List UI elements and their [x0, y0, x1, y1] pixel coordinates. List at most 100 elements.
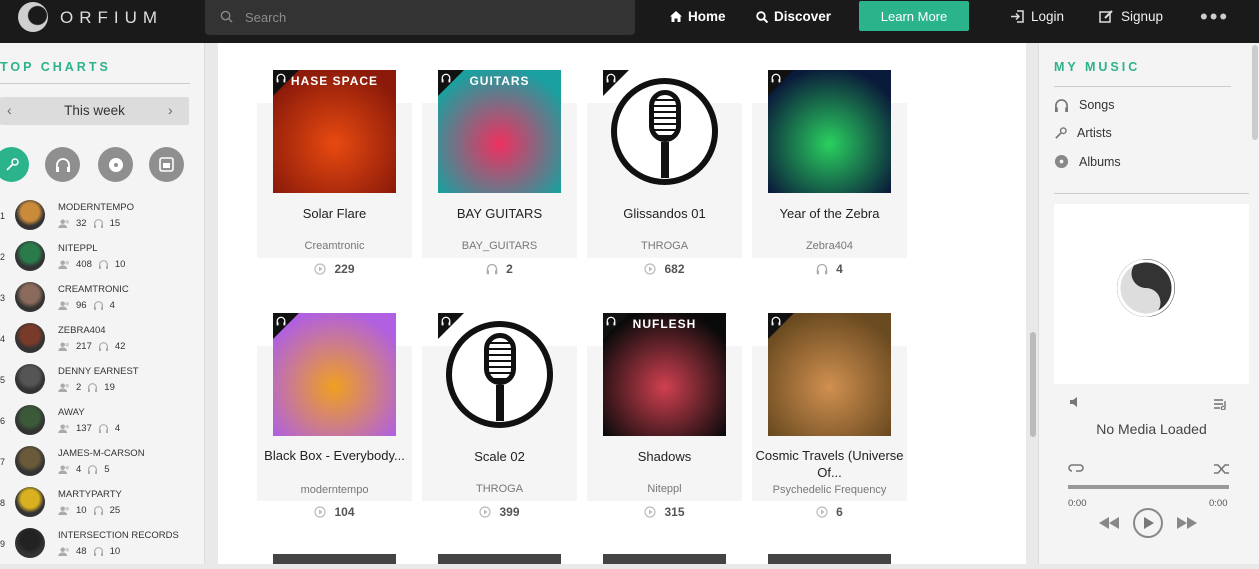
chart-row[interactable]: 3 CREAMTRONIC 96 4	[0, 282, 205, 323]
avatar[interactable]	[15, 282, 45, 312]
search-icon	[756, 10, 768, 23]
track-artist[interactable]: Zebra404	[752, 240, 907, 252]
fast-forward-icon[interactable]	[1176, 517, 1198, 529]
chart-stats: 45	[58, 464, 110, 475]
nav-discover-link[interactable]: Discover	[756, 9, 831, 24]
orfium-logo-text[interactable]: ORFIUM	[60, 8, 163, 28]
chart-row[interactable]: 1 MODERNTEMPO 32 15	[0, 200, 205, 241]
my-music-panel: MY MUSIC Songs Artists Albums No Media L…	[1038, 43, 1259, 564]
track-artist[interactable]: Psychedelic Frequency	[752, 484, 907, 496]
chart-artist-name[interactable]: MODERNTEMPO	[58, 202, 134, 213]
track-artist[interactable]: Niteppl	[587, 483, 742, 495]
listens-count: 5	[104, 464, 110, 475]
track-title[interactable]: Black Box - Everybody...	[257, 447, 412, 464]
divider	[0, 83, 190, 84]
chart-artist-name[interactable]: AWAY	[58, 407, 85, 418]
main-scrollbar[interactable]	[1030, 332, 1036, 437]
avatar[interactable]	[15, 200, 45, 230]
queue-icon[interactable]	[1213, 398, 1229, 410]
chart-row[interactable]: 9 INTERSECTION RECORDS 48 10	[0, 528, 205, 569]
track-title[interactable]: Glissandos 01	[587, 205, 742, 222]
headphones-icon	[486, 263, 498, 275]
my-music-songs[interactable]: Songs	[1054, 98, 1114, 112]
chart-artist-name[interactable]: NITEPPL	[58, 243, 98, 254]
more-options-button[interactable]: •••	[1200, 4, 1229, 30]
album-cover[interactable]	[603, 70, 726, 193]
repeat-icon[interactable]	[1068, 463, 1084, 475]
album-cover-partial[interactable]	[273, 554, 396, 564]
track-title[interactable]: Solar Flare	[257, 205, 412, 222]
avatar[interactable]	[15, 364, 45, 394]
search-icon	[220, 10, 233, 23]
album-cover-partial[interactable]	[768, 554, 891, 564]
track-artist[interactable]: BAY_GUITARS	[422, 240, 577, 252]
search-input[interactable]	[245, 0, 625, 35]
album-cover[interactable]: HASE SPACE	[273, 70, 396, 193]
album-cover[interactable]: GUITARS	[438, 70, 561, 193]
track-artist[interactable]: Creamtronic	[257, 240, 412, 252]
track-title[interactable]: Scale 02	[422, 448, 577, 465]
top-navigation-bar: ORFIUM Home Discover Learn More Login Si…	[0, 0, 1259, 43]
avatar[interactable]	[15, 405, 45, 435]
album-cover-partial[interactable]	[603, 554, 726, 564]
login-link[interactable]: Login	[1010, 9, 1064, 24]
chart-row[interactable]: 5 DENNY EARNEST 2 19	[0, 364, 205, 405]
album-cover[interactable]: NUFLESH	[603, 313, 726, 436]
learn-more-button[interactable]: Learn More	[859, 1, 969, 31]
avatar[interactable]	[15, 446, 45, 476]
my-music-albums[interactable]: Albums	[1054, 154, 1121, 169]
chart-row[interactable]: 7 JAMES-M-CARSON 4 5	[0, 446, 205, 487]
filter-songs-button[interactable]	[45, 147, 80, 182]
followers-icon	[58, 424, 69, 433]
album-cover[interactable]	[273, 313, 396, 436]
avatar[interactable]	[15, 323, 45, 353]
headphones-icon	[606, 73, 616, 83]
listens-count: 25	[109, 505, 121, 516]
track-title[interactable]: Cosmic Travels (Universe Of...	[752, 447, 907, 481]
chart-artist-name[interactable]: ZEBRA404	[58, 325, 106, 336]
track-artist[interactable]: THROGA	[587, 240, 742, 252]
top-charts-title: TOP CHARTS	[0, 60, 111, 74]
play-button[interactable]	[1133, 508, 1163, 538]
track-title[interactable]: BAY GUITARS	[422, 205, 577, 222]
filter-playlists-button[interactable]	[149, 147, 184, 182]
play-circle-icon	[479, 506, 492, 518]
rewind-icon[interactable]	[1098, 517, 1120, 529]
chart-artist-name[interactable]: DENNY EARNEST	[58, 366, 139, 377]
track-artist[interactable]: THROGA	[422, 483, 577, 495]
player-status: No Media Loaded	[1096, 421, 1207, 437]
filter-albums-button[interactable]	[98, 147, 133, 182]
shuffle-icon[interactable]	[1213, 463, 1231, 475]
chart-row[interactable]: 2 NITEPPL 408 10	[0, 241, 205, 282]
chart-row[interactable]: 6 AWAY 137 4	[0, 405, 205, 446]
signup-link[interactable]: Signup	[1099, 9, 1163, 24]
avatar[interactable]	[15, 528, 45, 558]
seek-bar[interactable]	[1068, 485, 1229, 489]
play-count: 229	[334, 262, 355, 276]
chart-row[interactable]: 8 MARTYPARTY 10 25	[0, 487, 205, 528]
avatar[interactable]	[15, 487, 45, 517]
album-cover[interactable]	[768, 313, 891, 436]
track-title[interactable]: Year of the Zebra	[752, 205, 907, 222]
headphones-icon	[771, 316, 781, 326]
chart-row[interactable]: 4 ZEBRA404 217 42	[0, 323, 205, 364]
chart-artist-name[interactable]: JAMES-M-CARSON	[58, 448, 145, 459]
filter-artists-button[interactable]	[0, 147, 29, 182]
chart-artist-name[interactable]: MARTYPARTY	[58, 489, 122, 500]
signup-label: Signup	[1121, 9, 1164, 24]
chevron-right-icon[interactable]: ›	[168, 102, 173, 118]
volume-icon[interactable]	[1069, 396, 1083, 408]
right-scrollbar[interactable]	[1252, 45, 1258, 140]
chart-artist-name[interactable]: INTERSECTION RECORDS	[58, 530, 179, 541]
track-artist[interactable]: moderntempo	[257, 484, 412, 496]
orfium-logo-icon[interactable]	[18, 2, 48, 32]
album-cover-partial[interactable]	[438, 554, 561, 564]
nav-home-link[interactable]: Home	[670, 9, 726, 24]
my-music-artists[interactable]: Artists	[1054, 126, 1112, 140]
avatar[interactable]	[15, 241, 45, 271]
headphones-icon	[93, 547, 103, 556]
track-title[interactable]: Shadows	[587, 448, 742, 465]
chart-artist-name[interactable]: CREAMTRONIC	[58, 284, 129, 295]
album-cover[interactable]	[438, 313, 561, 436]
album-cover[interactable]	[768, 70, 891, 193]
